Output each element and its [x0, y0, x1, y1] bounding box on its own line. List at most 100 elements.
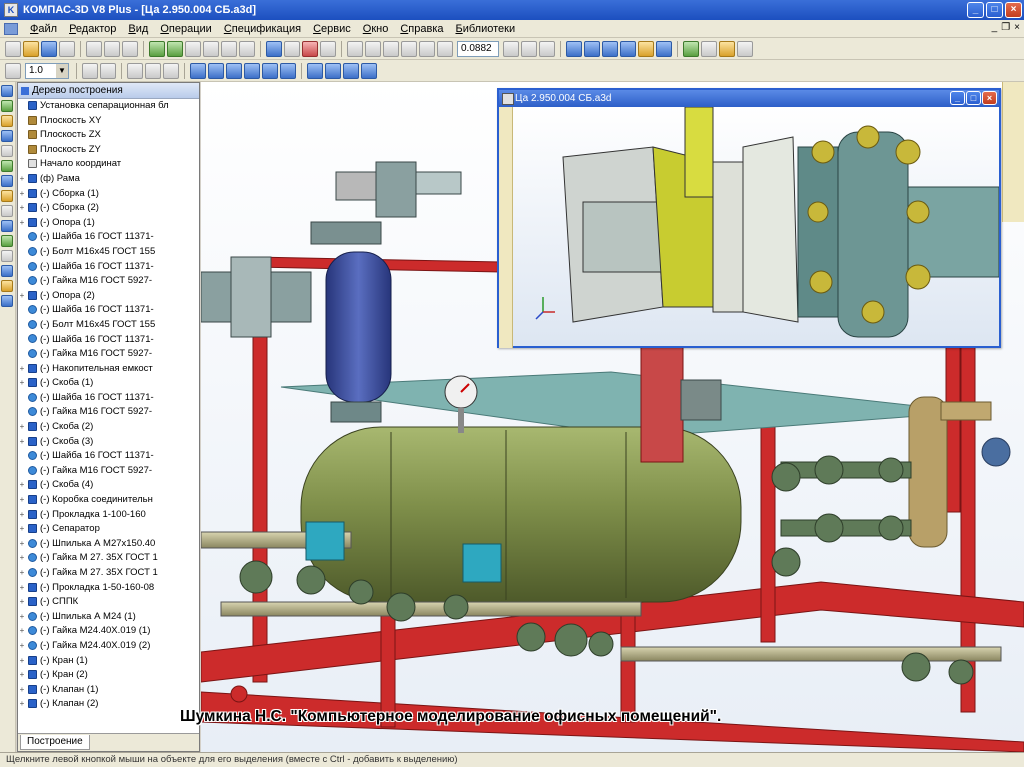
view-right-icon[interactable] — [280, 62, 296, 79]
view-bottom-icon[interactable] — [244, 62, 260, 79]
doc-close-button[interactable]: × — [1014, 22, 1020, 33]
view-normal-icon[interactable] — [361, 62, 377, 79]
save-icon[interactable] — [41, 40, 57, 57]
detail-view-window[interactable]: Ца 2.950.004 СБ.a3d _ □ × — [497, 88, 1001, 348]
tab-construction[interactable]: Построение — [20, 735, 90, 750]
tree-item[interactable]: (-) Болт М16х45 ГОСТ 155 — [18, 245, 199, 260]
menu-service[interactable]: Сервис — [307, 23, 357, 35]
expand-icon[interactable]: + — [18, 216, 26, 231]
tree-item[interactable]: + (-) Гайка М24.40Х.019 (2) — [18, 639, 199, 654]
tree-item[interactable]: (-) Шайба 16 ГОСТ 11371- — [18, 391, 199, 406]
tree-item[interactable]: + (-) Шпилька А М27х150.40 — [18, 537, 199, 552]
tree-item[interactable]: + (-) Накопительная емкост — [18, 362, 199, 377]
measure-panel-icon[interactable] — [1, 205, 13, 217]
tree-item[interactable]: (-) Шайба 16 ГОСТ 11371- — [18, 449, 199, 464]
tree-item[interactable]: + (-) Сепаратор — [18, 522, 199, 537]
doc-minimize-button[interactable]: _ — [992, 22, 998, 33]
filter-icon[interactable] — [737, 40, 753, 57]
tree-item[interactable]: + (-) Скоба (3) — [18, 435, 199, 450]
expand-icon[interactable]: + — [18, 668, 26, 683]
menu-help[interactable]: Справка — [394, 23, 449, 35]
help-icon[interactable] — [239, 40, 255, 57]
report-icon[interactable] — [1, 250, 13, 262]
close-button[interactable]: × — [1005, 2, 1022, 18]
local-cs-icon[interactable] — [82, 62, 98, 79]
view-front-icon[interactable] — [190, 62, 206, 79]
ortho-icon[interactable] — [100, 62, 116, 79]
detail-close-button[interactable]: × — [982, 91, 997, 105]
orientation-icon[interactable] — [539, 40, 555, 57]
view-dimetric-icon[interactable] — [325, 62, 341, 79]
tree-view-icon[interactable] — [266, 40, 282, 57]
expand-icon[interactable]: + — [18, 639, 26, 654]
expand-icon[interactable]: + — [18, 522, 26, 537]
tree-item[interactable]: + (-) Скоба (1) — [18, 376, 199, 391]
expand-icon[interactable]: + — [18, 172, 26, 187]
sheet-metal-icon[interactable] — [1, 265, 13, 277]
tree-item[interactable]: + (-) Коробка соединительн — [18, 493, 199, 508]
new-document-icon[interactable] — [5, 40, 21, 57]
properties-icon[interactable] — [185, 40, 201, 57]
surface-icon[interactable] — [1, 190, 13, 202]
dimensions-icon[interactable] — [1, 175, 13, 187]
thin-lines-icon[interactable] — [602, 40, 618, 57]
mass-properties-icon[interactable] — [719, 40, 735, 57]
measure-icon[interactable] — [701, 40, 717, 57]
expand-icon[interactable]: + — [18, 201, 26, 216]
paste-icon[interactable] — [122, 40, 138, 57]
pointer-help-icon[interactable] — [320, 40, 336, 57]
tree-item[interactable]: Начало координат — [18, 157, 199, 172]
copy-icon[interactable] — [104, 40, 120, 57]
open-folder-icon[interactable] — [23, 40, 39, 57]
rotate-icon[interactable] — [521, 40, 537, 57]
tree-item[interactable]: + (-) Опора (2) — [18, 289, 199, 304]
pan-icon[interactable] — [503, 40, 519, 57]
tree-item[interactable]: + (-) Скоба (2) — [18, 420, 199, 435]
maximize-button[interactable]: □ — [986, 2, 1003, 18]
tree-item[interactable]: Плоскость ZY — [18, 143, 199, 158]
expand-icon[interactable]: + — [18, 610, 26, 625]
expand-icon[interactable]: + — [18, 595, 26, 610]
tree-item[interactable]: Плоскость XY — [18, 114, 199, 129]
menu-specification[interactable]: Спецификация — [218, 23, 307, 35]
tree-item[interactable]: (-) Гайка М16 ГОСТ 5927- — [18, 274, 199, 289]
coordinates-icon[interactable] — [145, 62, 161, 79]
tree-item[interactable]: + (-) СППК — [18, 595, 199, 610]
mate-icon[interactable] — [1, 130, 13, 142]
detail-section-view[interactable] — [513, 107, 999, 346]
tree-item[interactable]: (-) Гайка М16 ГОСТ 5927- — [18, 405, 199, 420]
specification-icon[interactable] — [284, 40, 300, 57]
pipeline-icon[interactable] — [1, 295, 13, 307]
tree-item[interactable]: (-) Шайба 16 ГОСТ 11371- — [18, 333, 199, 348]
expand-icon[interactable]: + — [18, 697, 26, 712]
expand-icon[interactable]: + — [18, 362, 26, 377]
tree-item[interactable]: (-) Шайба 16 ГОСТ 11371- — [18, 230, 199, 245]
document-icon[interactable] — [4, 22, 18, 35]
tree-item[interactable]: Установка сепарационная бл — [18, 99, 199, 114]
zoom-next-icon[interactable] — [437, 40, 453, 57]
tree-item[interactable]: + (-) Скоба (4) — [18, 478, 199, 493]
spec-panel-icon[interactable] — [1, 235, 13, 247]
tree-item[interactable]: + (-) Гайка М 27. 35Х ГОСТ 1 — [18, 566, 199, 581]
expand-icon[interactable]: + — [18, 493, 26, 508]
menu-operations[interactable]: Операции — [154, 23, 217, 35]
array-icon[interactable] — [1, 145, 13, 157]
tree-item[interactable]: + (-) Кран (1) — [18, 654, 199, 669]
snap-icon[interactable] — [127, 62, 143, 79]
grid-icon[interactable] — [5, 62, 21, 79]
expand-icon[interactable]: + — [18, 376, 26, 391]
expand-icon[interactable]: + — [18, 187, 26, 202]
cursor-step-field[interactable]: 1.0 ▼ — [25, 62, 69, 79]
print-icon[interactable] — [59, 40, 75, 57]
expand-icon[interactable]: + — [18, 537, 26, 552]
expand-icon[interactable]: + — [18, 508, 26, 523]
view-top-icon[interactable] — [226, 62, 242, 79]
add-component-icon[interactable] — [1, 115, 13, 127]
tree-item[interactable]: Плоскость ZX — [18, 128, 199, 143]
hidden-lines-icon[interactable] — [584, 40, 600, 57]
zoom-out-icon[interactable] — [365, 40, 381, 57]
zoom-window-icon[interactable] — [383, 40, 399, 57]
menu-window[interactable]: Окно — [357, 23, 395, 35]
shaded-icon[interactable] — [620, 40, 636, 57]
redo-icon[interactable] — [167, 40, 183, 57]
